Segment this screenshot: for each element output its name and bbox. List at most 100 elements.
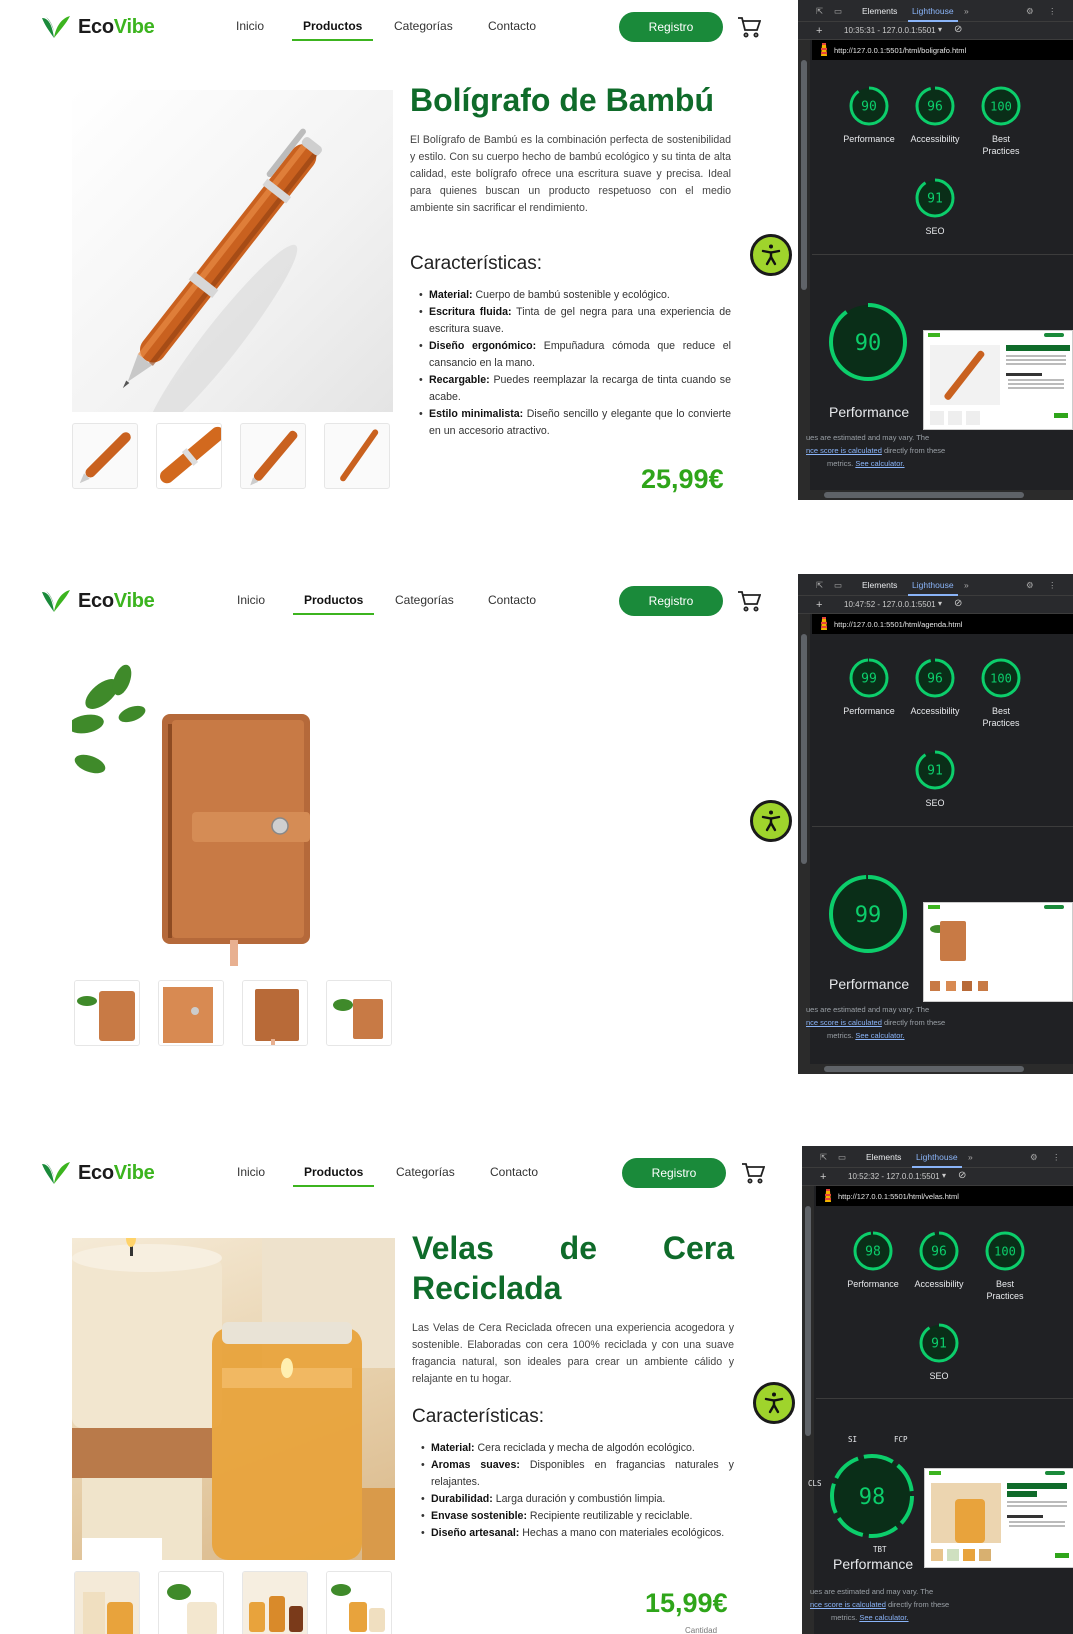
nav-contacto[interactable]: Contacto	[488, 593, 536, 607]
nav-productos[interactable]: Productos	[291, 19, 374, 41]
score-gauge-performance[interactable]: 98	[852, 1230, 894, 1272]
product-thumbnail[interactable]	[242, 1571, 308, 1634]
feature-item: Envase sostenible: Recipiente reutilizab…	[419, 1508, 734, 1525]
nav-contacto[interactable]: Contacto	[490, 1165, 538, 1179]
page-preview-thumbnail	[924, 1468, 1073, 1568]
tab-elements[interactable]: Elements	[866, 1152, 901, 1162]
devtools-scrollbar[interactable]	[802, 1146, 814, 1634]
gear-icon[interactable]: ⚙	[1026, 580, 1034, 591]
devtools-scrollbar[interactable]	[798, 0, 810, 500]
nav-productos[interactable]: Productos	[292, 593, 375, 615]
score-gauge-seo[interactable]: 91	[914, 177, 956, 219]
clear-icon[interactable]: ⊘	[954, 598, 962, 609]
cart-icon[interactable]	[741, 1161, 765, 1185]
inspect-icon[interactable]: ⇱	[816, 580, 823, 591]
clear-icon[interactable]: ⊘	[954, 24, 962, 35]
tab-elements[interactable]: Elements	[862, 580, 897, 590]
gear-icon[interactable]: ⚙	[1026, 6, 1034, 17]
score-gauge-seo[interactable]: 91	[918, 1322, 960, 1364]
register-button[interactable]: Registro	[622, 1158, 726, 1188]
nav-productos[interactable]: Productos	[292, 1165, 375, 1187]
clear-icon[interactable]: ⊘	[958, 1170, 966, 1181]
nav-contacto[interactable]: Contacto	[488, 19, 536, 33]
devtools-scrollbar[interactable]	[798, 574, 810, 1074]
plus-icon[interactable]: +	[820, 1171, 826, 1183]
devtools-panel: ⇱ ▭ Elements Lighthouse » ⚙ ⋮ + 10:35:31…	[798, 0, 1073, 500]
see-calculator-link[interactable]: See calculator.	[855, 459, 904, 468]
nav-categorias[interactable]: Categorías	[396, 1165, 455, 1179]
more-tabs-icon[interactable]: »	[968, 1152, 973, 1162]
accessibility-button[interactable]	[753, 1382, 795, 1424]
product-thumbnail[interactable]	[158, 1571, 224, 1634]
more-tabs-icon[interactable]: »	[964, 6, 969, 16]
tab-lighthouse[interactable]: Lighthouse	[908, 580, 958, 596]
nav-inicio[interactable]: Inicio	[237, 1165, 265, 1179]
accessibility-button[interactable]	[750, 234, 792, 276]
product-thumbnail[interactable]	[326, 980, 392, 1046]
report-time-select[interactable]: 10:52:32 - 127.0.0.1:5501	[848, 1172, 940, 1181]
svg-text:96: 96	[927, 100, 943, 115]
product-thumbnail[interactable]	[326, 1571, 392, 1634]
score-gauge-accessibility[interactable]: 96	[914, 657, 956, 699]
logo[interactable]: EcoVibe	[40, 588, 155, 614]
kebab-menu-icon[interactable]: ⋮	[1052, 1152, 1061, 1163]
logo[interactable]: EcoVibe	[40, 1160, 155, 1186]
score-gauge-accessibility[interactable]: 96	[918, 1230, 960, 1272]
device-toolbar-icon[interactable]: ▭	[834, 6, 842, 17]
nav-inicio[interactable]: Inicio	[237, 593, 265, 607]
product-thumbnail[interactable]	[240, 423, 306, 489]
score-gauge-performance[interactable]: 90	[848, 85, 890, 127]
device-toolbar-icon[interactable]: ▭	[838, 1152, 846, 1163]
score-gauge-accessibility[interactable]: 96	[914, 85, 956, 127]
svg-text:98: 98	[859, 1485, 886, 1510]
register-button[interactable]: Registro	[619, 12, 723, 42]
report-time-select[interactable]: 10:35:31 - 127.0.0.1:5501	[844, 26, 936, 35]
score-gauge-seo[interactable]: 91	[914, 749, 956, 791]
product-thumbnail[interactable]	[72, 423, 138, 489]
device-toolbar-icon[interactable]: ▭	[834, 580, 842, 591]
tab-lighthouse[interactable]: Lighthouse	[912, 1152, 962, 1168]
score-calc-link[interactable]: nce score is calculated	[810, 1600, 886, 1609]
divider	[816, 1398, 1073, 1399]
plus-icon[interactable]: +	[816, 25, 822, 37]
report-time-select[interactable]: 10:47:52 - 127.0.0.1:5501	[844, 600, 936, 609]
product-thumbnail[interactable]	[242, 980, 308, 1046]
score-calc-link[interactable]: nce score is calculated	[806, 446, 882, 455]
kebab-menu-icon[interactable]: ⋮	[1048, 580, 1057, 591]
score-gauge-best-practices[interactable]: 100	[984, 1230, 1026, 1272]
see-calculator-link[interactable]: See calculator.	[855, 1031, 904, 1040]
nav-categorias[interactable]: Categorías	[394, 19, 453, 33]
inspect-icon[interactable]: ⇱	[820, 1152, 827, 1163]
score-calc-link[interactable]: nce score is calculated	[806, 1018, 882, 1027]
tab-lighthouse[interactable]: Lighthouse	[908, 6, 958, 22]
product-thumbnail[interactable]	[324, 423, 390, 489]
features-list: Material: Cera reciclada y mecha de algo…	[419, 1440, 734, 1542]
nav-inicio[interactable]: Inicio	[236, 19, 264, 33]
score-gauge-best-practices[interactable]: 100	[980, 85, 1022, 127]
score-gauge-best-practices[interactable]: 100	[980, 657, 1022, 699]
nav-categorias[interactable]: Categorías	[395, 593, 454, 607]
devtools-hscrollbar[interactable]	[810, 1064, 1073, 1074]
inspect-icon[interactable]: ⇱	[816, 6, 823, 17]
product-thumbnail[interactable]	[156, 423, 222, 489]
logo[interactable]: EcoVibe	[40, 14, 155, 40]
product-thumbnail[interactable]	[74, 980, 140, 1046]
register-button[interactable]: Registro	[619, 586, 723, 616]
gear-icon[interactable]: ⚙	[1030, 1152, 1038, 1163]
see-calculator-link[interactable]: See calculator.	[859, 1613, 908, 1622]
metric-label-fcp: FCP	[894, 1435, 908, 1444]
plus-icon[interactable]: +	[816, 599, 822, 611]
score-gauge-performance[interactable]: 99	[848, 657, 890, 699]
score-label-best-practices: Best Practices	[982, 134, 1020, 156]
accessibility-button[interactable]	[750, 800, 792, 842]
accessibility-icon	[761, 244, 781, 266]
cart-icon[interactable]	[737, 15, 761, 39]
cart-icon[interactable]	[737, 589, 761, 613]
notebook-illustration	[72, 664, 310, 966]
more-tabs-icon[interactable]: »	[964, 580, 969, 590]
product-thumbnail[interactable]	[158, 980, 224, 1046]
tab-elements[interactable]: Elements	[862, 6, 897, 16]
kebab-menu-icon[interactable]: ⋮	[1048, 6, 1057, 17]
product-thumbnail[interactable]	[74, 1571, 140, 1634]
devtools-hscrollbar[interactable]	[810, 490, 1073, 500]
